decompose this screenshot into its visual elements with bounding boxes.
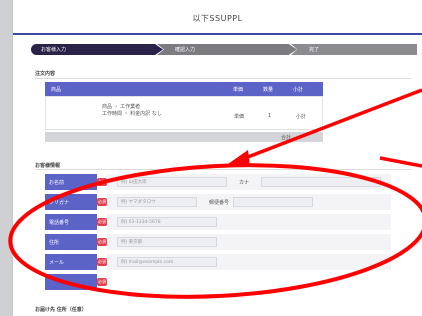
form-row-extra: 必須 [45, 274, 391, 290]
col-product: 商品 [51, 86, 62, 93]
form-label-furigana: フリガナ [45, 194, 97, 210]
order-table-row: 商品 ・ 工作業者 工作時間 ・ 料金内訳 なし 単価 1 小計 [45, 96, 323, 130]
name-input[interactable]: 例) 山田太郎 [117, 177, 227, 187]
required-badge: 必須 [97, 198, 107, 206]
required-badge: 必須 [97, 238, 107, 246]
form-divider [35, 169, 411, 170]
form-label-name: お名前 [45, 174, 97, 190]
order-divider [35, 78, 411, 79]
order-total-bar: 合計 [45, 132, 323, 142]
item-qty: 1 [268, 113, 272, 119]
col-qty: 数量 [263, 86, 274, 93]
step-2: 確認入力 [157, 44, 297, 55]
form-section-title: お客様情報 [35, 163, 61, 169]
phone-input[interactable]: 例) 03-1234-5678 [117, 217, 217, 227]
total-label: 合計 [281, 134, 292, 141]
col-subtotal: 小計 [293, 86, 304, 93]
item-price: 単価 [234, 114, 245, 120]
item-detail: 工作時間 ・ 料金内訳 なし [102, 111, 162, 117]
delivery-section-title: お届け先 住所（任意） [35, 307, 87, 313]
progress-steps: お客様入力 確認入力 完了 [31, 44, 422, 55]
step-2-label: 確認入力 [175, 47, 196, 53]
required-badge: 必須 [97, 178, 107, 186]
postal-input[interactable] [233, 197, 313, 207]
required-badge: 必須 [97, 258, 107, 266]
form-label-extra [45, 274, 97, 290]
kana-label: カナ [239, 180, 250, 186]
site-title: 以下SSUPPL [192, 13, 243, 23]
col-price: 単価 [233, 86, 244, 93]
address-input[interactable]: 例) 東京都 [117, 237, 217, 247]
step-3-label: 完了 [309, 47, 320, 53]
postal-label: 郵便番号 [209, 200, 230, 206]
page-header: 以下SSUPPL [13, 0, 422, 36]
email-input[interactable]: 例) mail@example.com [117, 257, 217, 267]
step-3: 完了 [291, 44, 417, 55]
kana-input[interactable] [261, 177, 381, 187]
form-row-name: お名前 必須 例) 山田太郎 カナ [45, 174, 391, 190]
form-row-address: 住所 必須 例) 東京都 [45, 234, 391, 250]
form-label-address: 住所 [45, 234, 97, 250]
form-label-phone: 電話番号 [45, 214, 97, 230]
order-table-header: 商品 単価 数量 小計 [45, 82, 323, 96]
item-name: 商品 ・ 工作業者 [102, 104, 141, 110]
step-1-label: お客様入力 [41, 47, 67, 53]
step-1: お客様入力 [31, 44, 163, 55]
header-divider [13, 33, 422, 35]
item-subtotal: 小計 [296, 114, 307, 120]
furigana-input[interactable]: 例) ヤマダタロウ [117, 197, 197, 207]
form-row-email: メール 必須 例) mail@example.com [45, 254, 391, 270]
order-section-title: 注文内容 [35, 71, 56, 77]
form-row-furigana: フリガナ 必須 例) ヤマダタロウ 郵便番号 [45, 194, 391, 210]
form-label-email: メール [45, 254, 97, 270]
form-row-phone: 電話番号 必須 例) 03-1234-5678 [45, 214, 391, 230]
required-badge: 必須 [97, 278, 107, 286]
required-badge: 必須 [97, 218, 107, 226]
checkout-page: 以下SSUPPL お客様入力 確認入力 完了 注文内容 商品 単価 数量 小計 … [12, 0, 422, 316]
